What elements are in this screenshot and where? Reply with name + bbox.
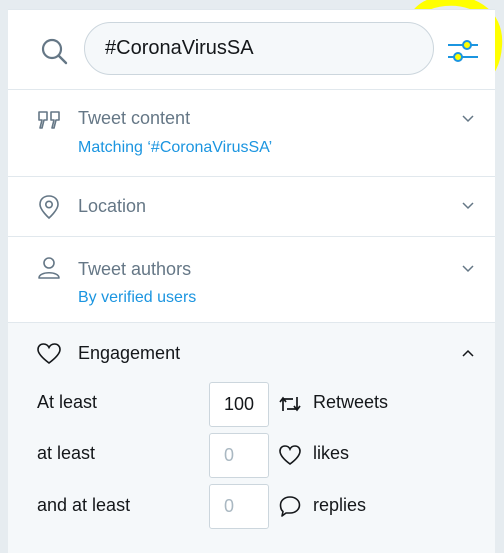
likes-label: at least xyxy=(37,443,96,463)
chevron-down-icon[interactable] xyxy=(461,112,475,126)
quote-icon xyxy=(38,111,60,129)
person-icon xyxy=(38,257,60,279)
search-row: #CoronaVirusSA xyxy=(8,10,495,90)
search-filter-panel: #CoronaVirusSA Tweet content Matching ‘#… xyxy=(8,9,495,553)
search-input[interactable]: #CoronaVirusSA xyxy=(84,22,434,75)
location-title: Location xyxy=(78,196,147,216)
search-icon xyxy=(41,38,68,65)
tweet-content-title: Tweet content xyxy=(78,108,191,128)
likes-input[interactable]: 0 xyxy=(209,433,269,478)
section-location[interactable]: Location xyxy=(8,177,495,237)
heart-icon xyxy=(37,343,61,365)
retweets-input[interactable]: 100 xyxy=(209,382,269,427)
replies-label: and at least xyxy=(37,495,131,515)
chevron-down-icon[interactable] xyxy=(461,199,475,213)
reply-icon xyxy=(279,496,301,517)
replies-input[interactable]: 0 xyxy=(209,484,269,529)
likes-suffix: likes xyxy=(313,443,350,463)
filter-settings-icon[interactable] xyxy=(446,36,480,66)
location-pin-icon xyxy=(39,195,59,220)
section-engagement: Engagement At least 100 Retweets at leas… xyxy=(8,323,495,553)
retweets-label: At least xyxy=(37,392,98,412)
heart-icon xyxy=(279,445,301,465)
chevron-up-icon[interactable] xyxy=(461,346,475,360)
section-tweet-content[interactable]: Tweet content Matching ‘#CoronaVirusSA’ xyxy=(8,90,495,177)
engagement-title: Engagement xyxy=(78,343,181,363)
tweet-authors-subtitle[interactable]: By verified users xyxy=(78,289,196,307)
chevron-down-icon[interactable] xyxy=(461,262,475,276)
retweet-icon xyxy=(279,396,301,412)
tweet-authors-title: Tweet authors xyxy=(78,259,192,279)
replies-suffix: replies xyxy=(313,495,367,515)
section-tweet-authors[interactable]: Tweet authors By verified users xyxy=(8,237,495,323)
tweet-content-subtitle[interactable]: Matching ‘#CoronaVirusSA’ xyxy=(78,139,272,157)
retweets-suffix: Retweets xyxy=(313,392,389,412)
